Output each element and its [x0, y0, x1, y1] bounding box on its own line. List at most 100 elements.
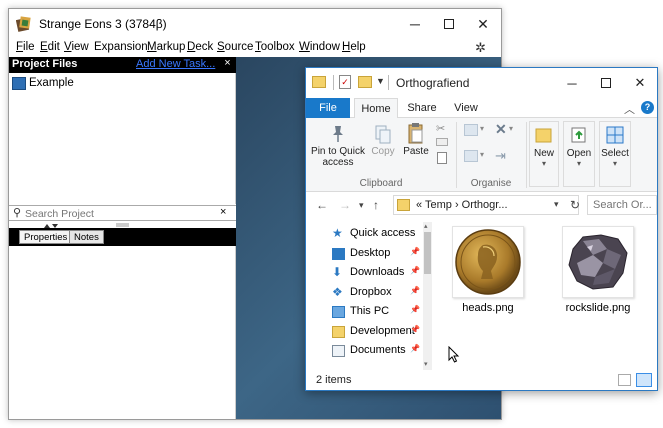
cut-icon[interactable]: ✂ [436, 122, 445, 135]
delete-dropdown-icon[interactable]: ▾ [509, 124, 513, 133]
menu-item[interactable]: Markup [147, 41, 185, 53]
menu-item[interactable]: Source [217, 41, 253, 53]
scroll-thumb[interactable] [424, 232, 431, 274]
file-list: heads.png rockslide.png [436, 222, 657, 370]
menu-item[interactable]: Edit [40, 41, 60, 53]
address-field[interactable]: « Temp › Orthogr... ▾ ↻ [393, 195, 580, 215]
desktop-icon [332, 247, 345, 260]
tab-view[interactable]: View [446, 98, 486, 119]
menu-item[interactable]: Deck [187, 41, 213, 53]
nav-item[interactable]: Desktop 📌 [306, 244, 423, 264]
nav-item[interactable]: ⬇ Downloads 📌 [306, 263, 423, 283]
menu-label: arkup [156, 41, 186, 53]
open-button[interactable]: Open ▾ [563, 121, 595, 187]
menu-mnemonic: F [16, 41, 24, 53]
new-folder-icon [535, 128, 552, 143]
close-icon: ✕ [634, 75, 646, 90]
menu-item[interactable]: View [64, 41, 89, 53]
maximize-button[interactable] [432, 9, 466, 39]
search-icon: ⚲ [13, 207, 22, 219]
scroll-down-icon[interactable]: ▾ [424, 360, 428, 368]
nav-item[interactable]: Development 📌 [306, 322, 423, 342]
new-button[interactable]: New ▾ [529, 121, 559, 187]
new-folder-icon[interactable] [358, 76, 372, 88]
refresh-icon[interactable]: ↻ [570, 198, 580, 212]
tab-file[interactable]: File [306, 98, 350, 118]
search-project-input[interactable] [25, 207, 215, 220]
select-button[interactable]: Select ▾ [599, 121, 631, 187]
new-dropdown-icon: ▾ [541, 159, 546, 168]
title-bar[interactable]: Strange Eons 3 (3784β) ─ ✕ [9, 9, 501, 39]
menu-item[interactable]: File [16, 41, 35, 53]
close-project-button[interactable]: × [220, 57, 235, 73]
quick-access-dropdown-icon[interactable]: ▼ [376, 76, 385, 86]
forward-button[interactable]: → [339, 198, 351, 212]
separator [388, 75, 389, 90]
rename-icon[interactable]: ⇥ [495, 148, 506, 164]
pane-splitter[interactable] [9, 221, 236, 228]
explorer-maximize-button[interactable] [589, 68, 623, 98]
properties-icon[interactable]: ✓ [339, 75, 351, 89]
recent-locations-dropdown-icon[interactable]: ▾ [359, 200, 364, 211]
ribbon-tabs: File Home Share View ︿ ? [306, 98, 657, 119]
close-button[interactable]: ✕ [466, 9, 500, 39]
copy-button[interactable]: Copy [368, 122, 398, 172]
clear-search-button[interactable]: × [220, 206, 226, 218]
file-name: rockslide.png [565, 302, 631, 314]
help-icon[interactable]: ? [641, 101, 654, 114]
nav-item[interactable]: Documents 📌 [306, 341, 423, 361]
tab-notes[interactable]: Notes [69, 230, 104, 244]
tab-share[interactable]: Share [402, 98, 442, 119]
copy-to-dropdown-icon[interactable]: ▾ [480, 150, 484, 159]
tab-properties[interactable]: Properties [19, 230, 73, 244]
explorer-close-button[interactable]: ✕ [623, 68, 657, 98]
copy-path-icon[interactable] [436, 138, 448, 146]
menu-label: indow [309, 41, 340, 53]
details-view-icon[interactable] [618, 374, 631, 386]
tab-home[interactable]: Home [354, 98, 398, 119]
add-new-task-link[interactable]: Add New Task... [136, 58, 215, 70]
menu-item[interactable]: Expansion [94, 41, 148, 53]
copy-to-icon[interactable] [464, 150, 478, 162]
paste-shortcut-icon[interactable] [437, 152, 447, 164]
minimize-button[interactable]: ─ [398, 9, 432, 39]
menu-label: eck [195, 41, 214, 53]
move-to-icon[interactable] [464, 124, 478, 136]
nav-item-label: Dropbox [350, 285, 392, 298]
menu-bar: File Edit View Expansion Markup Deck Source Too… [9, 39, 501, 57]
explorer-search-box[interactable] [587, 195, 657, 215]
explorer-search-input[interactable] [593, 199, 655, 211]
nav-item[interactable]: This PC 📌 [306, 302, 423, 322]
scroll-up-icon[interactable]: ▴ [424, 222, 428, 230]
nav-item[interactable]: ❖ Dropbox 📌 [306, 283, 423, 303]
explorer-minimize-button[interactable]: ─ [555, 68, 589, 98]
menu-item[interactable]: Help [342, 41, 366, 53]
nav-item[interactable]: ★ Quick access [306, 224, 423, 244]
properties-panel [9, 246, 236, 419]
paste-button[interactable]: Paste [400, 122, 432, 172]
nav-scrollbar[interactable]: ▴ ▾ [423, 222, 432, 370]
item-count: 2 items [316, 374, 352, 386]
gear-icon[interactable]: ✲ [475, 40, 486, 56]
back-button[interactable]: ← [316, 198, 328, 212]
collapse-ribbon-icon[interactable]: ︿ [624, 101, 635, 117]
pin-to-quick-access-button[interactable]: Pin to Quick access [310, 122, 366, 172]
minimize-icon: ─ [567, 75, 577, 91]
delete-icon[interactable]: ✕ [495, 121, 507, 138]
up-button[interactable]: ↑ [373, 198, 379, 212]
large-icons-view-icon[interactable] [636, 373, 652, 387]
pin-icon: 📌 [410, 266, 420, 275]
menu-mnemonic: W [299, 41, 310, 53]
project-root-item[interactable]: Example [29, 77, 74, 89]
menu-label: ource [224, 41, 254, 53]
explorer-title-bar[interactable]: ✓ ▼ Orthografiend ─ ✕ [306, 68, 657, 98]
address-dropdown-icon[interactable]: ▾ [554, 199, 559, 210]
properties-tab-strip: Properties Notes [9, 228, 236, 246]
move-to-dropdown-icon[interactable]: ▾ [480, 124, 484, 133]
file-item[interactable]: heads.png [448, 224, 528, 324]
menu-item[interactable]: Window [299, 41, 340, 53]
file-item[interactable]: rockslide.png [558, 224, 638, 324]
pin-icon: 📌 [410, 324, 420, 334]
nav-item-label: Development [350, 324, 415, 337]
menu-item[interactable]: Toolbox [255, 41, 295, 53]
